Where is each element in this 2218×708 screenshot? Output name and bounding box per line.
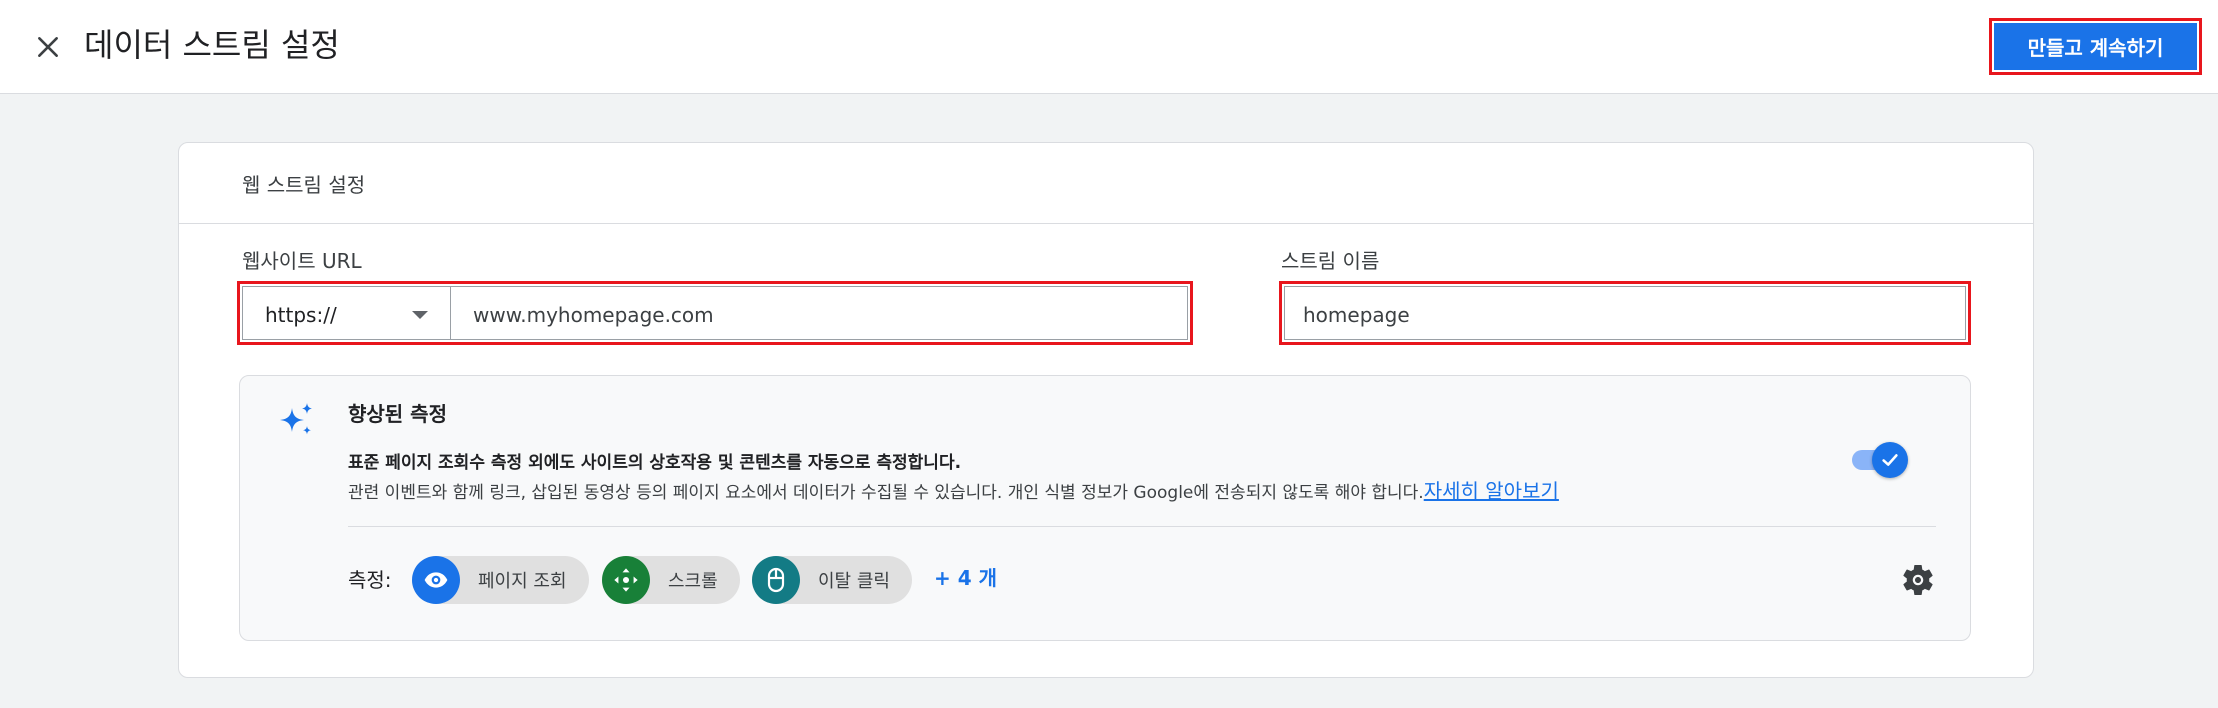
- website-url-field: https:// www.myhomepage.com: [242, 286, 1188, 340]
- chip-label: 이탈 클릭: [818, 571, 890, 592]
- more-measurements-link[interactable]: + 4 개: [934, 562, 997, 591]
- create-and-continue-button-label: 만들고 계속하기: [1992, 21, 2199, 72]
- card-title: 웹 스트림 설정: [242, 173, 366, 197]
- chip-label: 스크롤: [668, 571, 718, 592]
- chip-scroll[interactable]: 스크롤: [602, 556, 740, 604]
- toggle-knob: [1872, 442, 1908, 478]
- gear-icon[interactable]: [1900, 562, 1936, 598]
- stream-name-label: 스트림 이름: [1281, 249, 1380, 273]
- chip-page-view[interactable]: 페이지 조회: [412, 556, 589, 604]
- scroll-arrows-icon: [602, 556, 650, 604]
- enhanced-measurement-description: 표준 페이지 조회수 측정 외에도 사이트의 상호작용 및 콘텐츠를 자동으로 …: [348, 453, 962, 473]
- divider: [348, 526, 1936, 527]
- page-title: 데이터 스트림 설정: [84, 26, 340, 64]
- create-and-continue-button[interactable]: 만들고 계속하기: [1989, 18, 2202, 75]
- close-button[interactable]: [28, 27, 68, 67]
- web-stream-settings-card: 웹 스트림 설정 웹사이트 URL https:// www.myhomepag…: [178, 142, 2034, 678]
- chevron-down-icon: [412, 311, 428, 319]
- eye-icon: [412, 556, 460, 604]
- website-url-input[interactable]: www.myhomepage.com: [451, 287, 1187, 339]
- enhanced-measurement-note-text: 관련 이벤트와 함께 링크, 삽입된 동영상 등의 페이지 요소에서 데이터가 …: [348, 483, 1424, 503]
- learn-more-link[interactable]: 자세히 알아보기: [1424, 479, 1559, 503]
- protocol-select[interactable]: https://: [243, 287, 451, 339]
- top-bar: 데이터 스트림 설정 만들고 계속하기: [0, 0, 2218, 94]
- enhanced-measurement-note: 관련 이벤트와 함께 링크, 삽입된 동영상 등의 페이지 요소에서 데이터가 …: [348, 478, 1559, 506]
- sparkle-icon: [280, 403, 312, 435]
- chip-label: 페이지 조회: [478, 571, 567, 592]
- website-url-label: 웹사이트 URL: [242, 249, 362, 273]
- website-url-value: www.myhomepage.com: [473, 303, 714, 327]
- stream-name-field-group: homepage: [1279, 281, 1971, 345]
- chip-outbound-click[interactable]: 이탈 클릭: [752, 556, 912, 604]
- card-header: 웹 스트림 설정: [179, 143, 2033, 224]
- enhanced-measurement-title: 향상된 측정: [348, 402, 447, 426]
- measurements-label: 측정:: [348, 568, 392, 592]
- check-icon: [1882, 454, 1898, 466]
- website-url-field-group: https:// www.myhomepage.com: [237, 281, 1193, 345]
- close-icon: [38, 37, 58, 57]
- protocol-value: https://: [265, 303, 337, 327]
- stream-name-value: homepage: [1303, 303, 1410, 327]
- stream-name-input[interactable]: homepage: [1284, 286, 1966, 340]
- enhanced-measurement-panel: 향상된 측정 표준 페이지 조회수 측정 외에도 사이트의 상호작용 및 콘텐츠…: [239, 375, 1971, 641]
- mouse-icon: [752, 556, 800, 604]
- enhanced-measurement-toggle[interactable]: [1852, 442, 1908, 478]
